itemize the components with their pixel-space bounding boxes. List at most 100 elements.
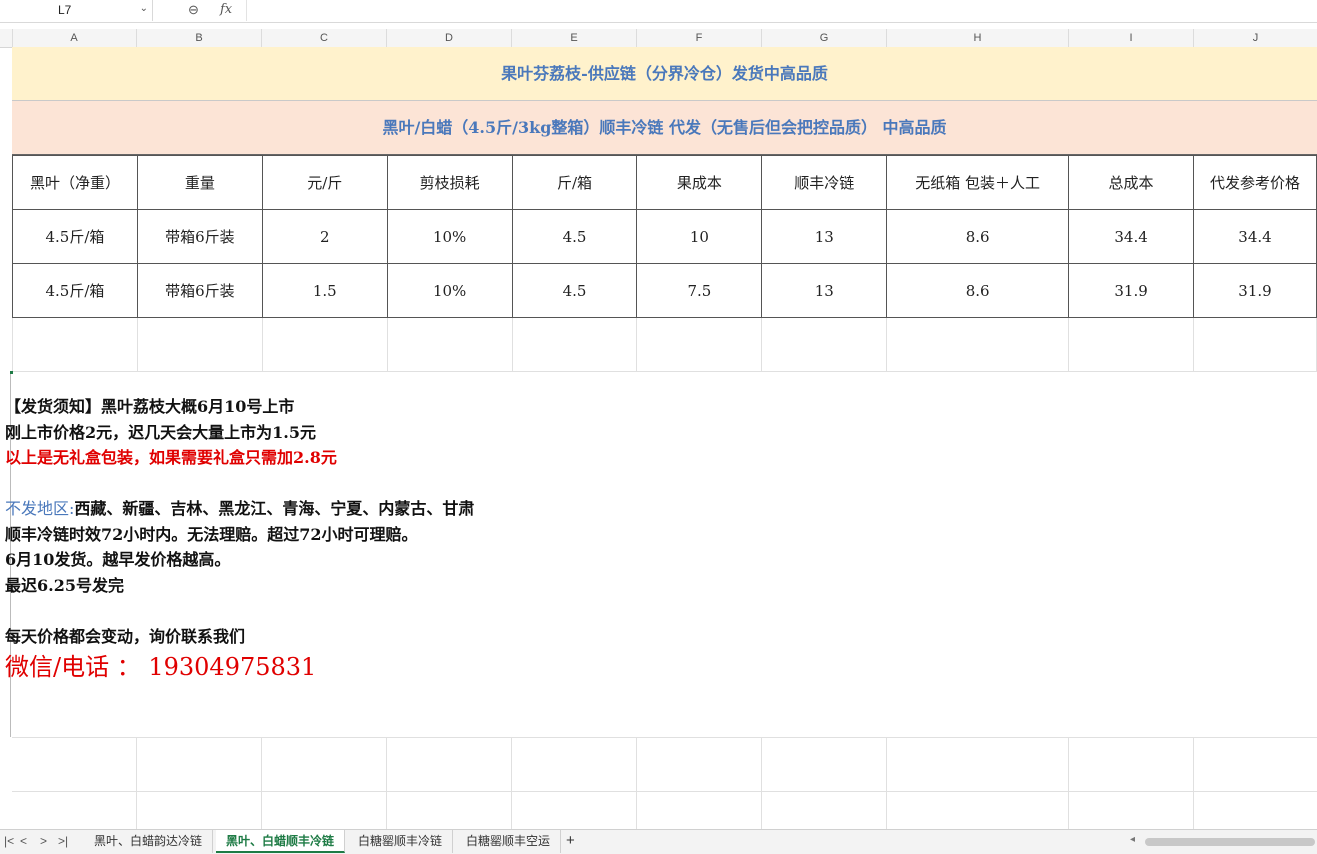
formula-bar: L7 ⌄ ⊖ fx <box>0 0 1317 23</box>
fx-icon[interactable]: fx <box>220 2 232 17</box>
table-cell[interactable]: 8.6 <box>886 209 1070 264</box>
notes-line: 每天价格都会变动，询价联系我们 <box>5 626 246 646</box>
column-header[interactable]: F <box>637 29 762 47</box>
sheet-tab-active[interactable]: 黑叶、白蜡顺丰冷链 <box>216 830 346 853</box>
header-cell[interactable]: 总成本 <box>1068 155 1194 210</box>
table-row: 4.5斤/箱 带箱6斤装 1.5 10% 4.5 7.5 13 8.6 31.9… <box>12 263 1317 318</box>
notes-spacer <box>5 598 474 624</box>
table-cell[interactable]: 34.4 <box>1193 209 1317 264</box>
table-cell[interactable]: 10% <box>386 209 513 264</box>
subtitle-row[interactable]: 黑叶/白蜡（4.5斤/3kg整箱）顺丰冷链 代发（无售后但会把控品质） 中高品质 <box>12 101 1317 155</box>
table-cell[interactable]: 4.5 <box>511 263 638 318</box>
notes-line: 6月10发货。越早发价格越高。 <box>5 550 231 569</box>
gridline <box>12 737 1317 738</box>
notes-line: 顺丰冷链时效72小时内。无法理赔。超过72小时可理赔。 <box>5 524 418 544</box>
table-cell[interactable]: 10 <box>636 209 763 264</box>
empty-cell[interactable] <box>261 317 388 372</box>
regions-text: 西藏、新疆、吉林、黑龙江、青海、宁夏、内蒙古、甘肃 <box>74 499 475 518</box>
notes-line: 最迟6.25号发完 <box>5 575 124 595</box>
table-cell[interactable]: 7.5 <box>636 263 763 318</box>
column-header[interactable]: H <box>887 29 1069 47</box>
price-table: 黑叶（净重） 重量 元/斤 剪枝损耗 斤/箱 果成本 顺丰冷链 无纸箱 包装＋人… <box>12 155 1317 372</box>
first-sheet-icon[interactable]: |< <box>4 834 14 848</box>
notes-line: 【发货须知】黑叶荔枝大概6月10号上市 <box>5 397 295 416</box>
gridline <box>386 737 387 829</box>
next-sheet-icon[interactable]: > <box>40 834 47 848</box>
column-header[interactable]: A <box>12 29 137 47</box>
notes-line: 刚上市价格2元，迟几天会大量上市为1.5元 <box>5 422 316 442</box>
header-cell[interactable]: 斤/箱 <box>511 155 638 210</box>
column-header[interactable]: B <box>137 29 262 47</box>
header-cell[interactable]: 无纸箱 包装＋人工 <box>886 155 1070 210</box>
prev-sheet-icon[interactable]: < <box>20 834 27 848</box>
header-cell[interactable]: 果成本 <box>636 155 763 210</box>
table-cell[interactable]: 34.4 <box>1068 209 1194 264</box>
column-header[interactable]: D <box>387 29 512 47</box>
zoom-icon[interactable]: ⊖ <box>188 2 199 18</box>
sheet-tab[interactable]: 白糖罂顺丰冷链 <box>348 830 454 853</box>
sheet-tab[interactable]: 白糖罂顺丰空运 <box>456 830 562 853</box>
horizontal-scrollbar[interactable] <box>1145 838 1315 846</box>
last-sheet-icon[interactable]: >| <box>58 834 68 848</box>
gridline <box>1193 737 1194 829</box>
add-sheet-icon[interactable]: + <box>566 832 575 849</box>
gridline <box>261 737 262 829</box>
formula-input[interactable] <box>246 0 1317 21</box>
header-cell[interactable]: 重量 <box>136 155 263 210</box>
empty-cell[interactable] <box>136 317 263 372</box>
notes-spacer <box>5 471 474 497</box>
notes-line-regions: 不发地区:西藏、新疆、吉林、黑龙江、青海、宁夏、内蒙古、甘肃 <box>5 496 474 522</box>
empty-cell[interactable] <box>1193 317 1317 372</box>
gridline <box>1068 737 1069 829</box>
gridline <box>761 737 762 829</box>
table-cell[interactable]: 31.9 <box>1193 263 1317 318</box>
table-cell[interactable]: 4.5斤/箱 <box>12 263 138 318</box>
table-cell[interactable]: 13 <box>761 263 888 318</box>
gridline <box>511 737 512 829</box>
column-header[interactable]: J <box>1194 29 1317 47</box>
table-cell[interactable]: 13 <box>761 209 888 264</box>
table-cell[interactable]: 4.5 <box>511 209 638 264</box>
empty-cell[interactable] <box>636 317 763 372</box>
table-cell[interactable]: 4.5斤/箱 <box>12 209 138 264</box>
table-cell[interactable]: 2 <box>261 209 388 264</box>
table-cell[interactable]: 31.9 <box>1068 263 1194 318</box>
contact-line: 微信/电话 ： 19304975831 <box>5 653 317 681</box>
empty-cell[interactable] <box>511 317 638 372</box>
table-cell[interactable]: 带箱6斤装 <box>136 209 263 264</box>
header-cell[interactable]: 顺丰冷链 <box>761 155 888 210</box>
empty-grid[interactable] <box>12 737 1317 829</box>
column-header[interactable]: I <box>1069 29 1194 47</box>
table-row: 4.5斤/箱 带箱6斤装 2 10% 4.5 10 13 8.6 34.4 34… <box>12 209 1317 264</box>
empty-cell[interactable] <box>761 317 888 372</box>
regions-label: 不发地区: <box>5 499 75 518</box>
empty-cell[interactable] <box>12 317 138 372</box>
empty-cell[interactable] <box>386 317 513 372</box>
chevron-down-icon[interactable]: ⌄ <box>140 3 148 14</box>
header-cell[interactable]: 黑叶（净重） <box>12 155 138 210</box>
gridline <box>636 737 637 829</box>
notes-block[interactable]: 【发货须知】黑叶荔枝大概6月10号上市 刚上市价格2元，迟几天会大量上市为1.5… <box>5 394 474 685</box>
selection-marker <box>10 371 13 374</box>
empty-cell[interactable] <box>886 317 1070 372</box>
gridline <box>136 737 137 829</box>
name-box[interactable]: L7 ⌄ <box>10 0 153 21</box>
sheet-tab[interactable]: 黑叶、白蜡韵达冷链 <box>84 830 214 853</box>
header-row: 黑叶（净重） 重量 元/斤 剪枝损耗 斤/箱 果成本 顺丰冷链 无纸箱 包装＋人… <box>12 155 1317 210</box>
header-cell[interactable]: 元/斤 <box>261 155 388 210</box>
header-cell[interactable]: 代发参考价格 <box>1193 155 1317 210</box>
table-cell[interactable]: 带箱6斤装 <box>136 263 263 318</box>
title-row[interactable]: 果叶芬荔枝-供应链（分界冷仓）发货中高品质 <box>12 47 1317 101</box>
column-header[interactable]: G <box>762 29 887 47</box>
column-header[interactable]: E <box>512 29 637 47</box>
header-cell[interactable]: 剪枝损耗 <box>386 155 513 210</box>
gridline <box>886 737 887 829</box>
table-cell[interactable]: 1.5 <box>261 263 388 318</box>
notes-line-gift-box: 以上是无礼盒包装，如果需要礼盒只需加2.8元 <box>5 448 337 467</box>
table-cell[interactable]: 10% <box>386 263 513 318</box>
gridline <box>12 791 1317 792</box>
table-cell[interactable]: 8.6 <box>886 263 1070 318</box>
scroll-left-icon[interactable]: ◂ <box>1130 834 1135 845</box>
empty-cell[interactable] <box>1068 317 1194 372</box>
column-header[interactable]: C <box>262 29 387 47</box>
